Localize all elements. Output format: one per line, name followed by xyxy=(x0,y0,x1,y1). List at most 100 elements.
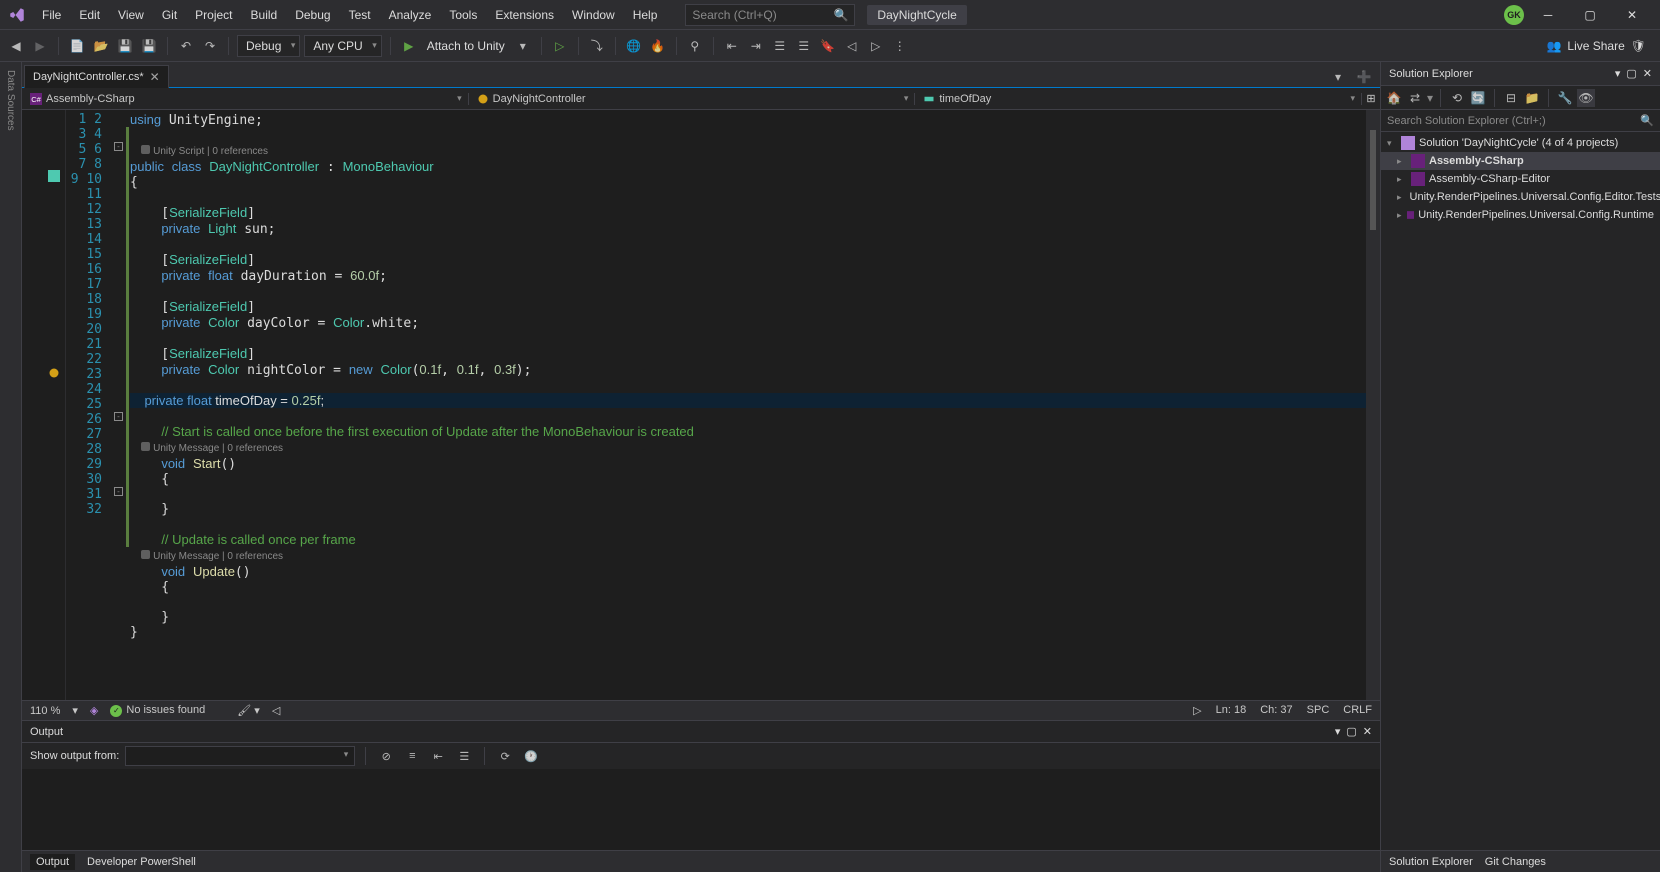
vertical-scrollbar[interactable] xyxy=(1366,110,1380,700)
project-node[interactable]: ▸ Assembly-CSharp xyxy=(1381,152,1660,170)
preview-icon[interactable]: 👁 xyxy=(1577,89,1595,107)
next-icon[interactable]: ▷ xyxy=(866,36,886,56)
indent-icon[interactable]: ⇥ xyxy=(746,36,766,56)
expand-icon[interactable]: ▸ xyxy=(1397,192,1402,203)
play-icon[interactable]: ▶ xyxy=(399,36,419,56)
panel-pin-icon[interactable]: ▢ xyxy=(1626,67,1636,80)
project-node[interactable]: ▸ Unity.RenderPipelines.Universal.Config… xyxy=(1381,188,1660,206)
collapse-icon[interactable]: ⊟ xyxy=(1502,89,1520,107)
output-body[interactable] xyxy=(22,769,1380,850)
brush-icon[interactable]: 🖌 ▾ xyxy=(237,704,260,717)
panel-dropdown-icon[interactable]: ▾ xyxy=(1615,67,1621,80)
close-button[interactable]: ✕ xyxy=(1614,1,1650,29)
config-dropdown[interactable]: Debug xyxy=(237,35,300,57)
data-sources-tab[interactable]: Data Sources xyxy=(5,70,16,131)
fold-toggle[interactable]: - xyxy=(114,412,123,421)
expand-icon[interactable]: ▸ xyxy=(1397,174,1407,185)
showall-icon[interactable]: 📁 xyxy=(1523,89,1541,107)
output-clear-icon[interactable]: ⊘ xyxy=(376,746,396,766)
admin-icon[interactable]: 🛡 xyxy=(1631,39,1646,53)
liveshare-button[interactable]: Live Share xyxy=(1567,39,1624,53)
hot-reload-icon[interactable]: 🔥 xyxy=(648,36,668,56)
nav-class-dropdown[interactable]: DayNightController xyxy=(469,93,916,105)
output-autowrap-icon[interactable]: ≡ xyxy=(402,746,422,766)
properties-icon[interactable]: 🔧 xyxy=(1556,89,1574,107)
issues-label[interactable]: No issues found xyxy=(126,704,205,716)
menu-build[interactable]: Build xyxy=(243,4,286,26)
maximize-button[interactable]: ▢ xyxy=(1572,1,1608,29)
output-clock-icon[interactable]: 🕐 xyxy=(521,746,541,766)
nav-fwd-icon[interactable]: ▷ xyxy=(1193,704,1201,717)
output-refresh-icon[interactable]: ⟳ xyxy=(495,746,515,766)
indent-label[interactable]: SPC xyxy=(1307,704,1330,717)
expand-icon[interactable]: ▾ xyxy=(1387,138,1397,149)
platform-dropdown[interactable]: Any CPU xyxy=(304,35,381,57)
fold-toggle[interactable]: - xyxy=(114,142,123,151)
bottom-tab-powershell[interactable]: Developer PowerShell xyxy=(87,856,196,868)
new-icon[interactable]: 📄 xyxy=(67,36,87,56)
menu-view[interactable]: View xyxy=(110,4,152,26)
codelens-unity-msg[interactable]: Unity Message | 0 references xyxy=(153,443,283,454)
uncomment-icon[interactable]: ☰ xyxy=(794,36,814,56)
nav-back-icon[interactable]: ◁ xyxy=(272,704,280,717)
solution-root-node[interactable]: ▾ Solution 'DayNightCycle' (4 of 4 proje… xyxy=(1381,134,1660,152)
refresh-icon[interactable]: 🔄 xyxy=(1469,89,1487,107)
health-icon[interactable]: ◈ xyxy=(90,704,98,717)
project-node[interactable]: ▸ Assembly-CSharp-Editor xyxy=(1381,170,1660,188)
footer-tab-solution[interactable]: Solution Explorer xyxy=(1389,856,1473,868)
menu-tools[interactable]: Tools xyxy=(441,4,485,26)
open-icon[interactable]: 📂 xyxy=(91,36,111,56)
footer-tab-gitchanges[interactable]: Git Changes xyxy=(1485,856,1546,868)
menu-edit[interactable]: Edit xyxy=(71,4,108,26)
undo-icon[interactable]: ↶ xyxy=(176,36,196,56)
split-editor-icon[interactable]: ⊞ xyxy=(1362,92,1380,105)
output-pin-icon[interactable]: ▢ xyxy=(1346,725,1356,738)
menu-project[interactable]: Project xyxy=(187,4,240,26)
save-icon[interactable]: 💾 xyxy=(115,36,135,56)
switch-view-icon[interactable]: ⇄ xyxy=(1406,89,1424,107)
comment-icon[interactable]: ☰ xyxy=(770,36,790,56)
output-indent-icon[interactable]: ⇤ xyxy=(428,746,448,766)
solution-search-input[interactable]: Search Solution Explorer (Ctrl+;) 🔍 xyxy=(1381,110,1660,132)
line-col-label[interactable]: Ln: 18 xyxy=(1216,704,1247,717)
code-content[interactable]: using UnityEngine; Unity Script | 0 refe… xyxy=(130,110,1366,700)
codelens-unity-msg2[interactable]: Unity Message | 0 references xyxy=(153,551,283,562)
back-icon[interactable]: ◀ xyxy=(6,36,26,56)
save-all-icon[interactable]: 💾 xyxy=(139,36,159,56)
codelens-unity-script[interactable]: Unity Script | 0 references xyxy=(153,146,268,157)
project-node[interactable]: ▸ Unity.RenderPipelines.Universal.Config… xyxy=(1381,206,1660,224)
step-icon[interactable]: ⤵ xyxy=(587,36,607,56)
lightbulb-icon[interactable] xyxy=(48,367,60,379)
menu-window[interactable]: Window xyxy=(564,4,623,26)
menu-help[interactable]: Help xyxy=(625,4,666,26)
expand-icon[interactable]: ▸ xyxy=(1397,156,1407,167)
more-icon[interactable]: ⋮ xyxy=(890,36,910,56)
bookmark-icon[interactable]: 🔖 xyxy=(818,36,838,56)
solution-name-chip[interactable]: DayNightCycle xyxy=(867,5,966,25)
bottom-tab-output[interactable]: Output xyxy=(30,854,75,870)
document-tab[interactable]: DayNightController.cs* ✕ xyxy=(24,65,169,88)
sync-icon[interactable]: ⟲ xyxy=(1448,89,1466,107)
menu-extensions[interactable]: Extensions xyxy=(487,4,562,26)
panel-close-icon[interactable]: ✕ xyxy=(1643,67,1652,80)
redo-icon[interactable]: ↷ xyxy=(200,36,220,56)
start-noattach-icon[interactable]: ▷ xyxy=(550,36,570,56)
tab-close-icon[interactable]: ✕ xyxy=(150,70,160,84)
menu-file[interactable]: File xyxy=(34,4,69,26)
attach-button[interactable]: Attach to Unity xyxy=(423,39,509,53)
menu-git[interactable]: Git xyxy=(154,4,185,26)
output-close-icon[interactable]: ✕ xyxy=(1363,725,1372,738)
global-search-input[interactable]: Search (Ctrl+Q) 🔍 xyxy=(685,4,855,26)
prev-icon[interactable]: ◁ xyxy=(842,36,862,56)
user-avatar[interactable]: GK xyxy=(1504,5,1524,25)
menu-test[interactable]: Test xyxy=(341,4,379,26)
new-split-icon[interactable]: ➕ xyxy=(1354,67,1374,87)
minimize-button[interactable]: ─ xyxy=(1530,1,1566,29)
home-icon[interactable]: 🏠 xyxy=(1385,89,1403,107)
menu-debug[interactable]: Debug xyxy=(287,4,338,26)
forward-icon[interactable]: ▶ xyxy=(30,36,50,56)
browser-link-icon[interactable]: 🌐 xyxy=(624,36,644,56)
menu-analyze[interactable]: Analyze xyxy=(381,4,440,26)
fold-toggle[interactable]: - xyxy=(114,487,123,496)
dropdown-icon[interactable]: ▾ xyxy=(513,36,533,56)
